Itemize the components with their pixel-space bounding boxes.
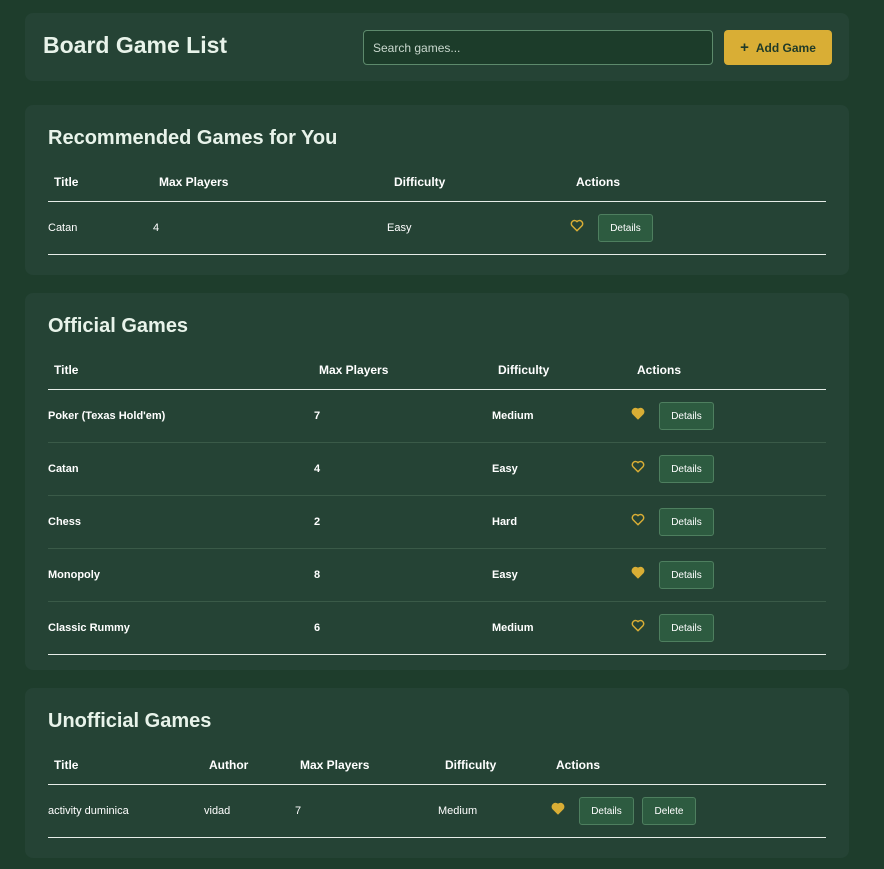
column-header-max-players: Max Players (319, 363, 389, 377)
table-row: Chess 2 Hard Details (48, 496, 826, 549)
details-button[interactable]: Details (659, 455, 714, 483)
table-row: Poker (Texas Hold'em) 7 Medium Details (48, 390, 826, 443)
column-header-difficulty: Difficulty (394, 175, 446, 189)
column-header-title: Title (54, 175, 79, 189)
table-row: activity duminica vidad 7 Medium Details… (48, 785, 826, 838)
official-section: Official Games Title Max Players Difficu… (25, 293, 849, 670)
column-header-actions: Actions (576, 175, 621, 189)
table-header: Title Max Players Difficulty Actions (48, 159, 826, 202)
table-header: Title Author Max Players Difficulty Acti… (48, 742, 826, 785)
details-button[interactable]: Details (659, 561, 714, 589)
app-title: Board Game List (43, 32, 228, 58)
column-header-max-players: Max Players (159, 175, 229, 189)
table-row: Monopoly 8 Easy Details (48, 549, 826, 602)
heart-filled-icon[interactable] (551, 802, 565, 815)
heart-outline-icon[interactable] (570, 219, 584, 232)
max-players: 6 (314, 622, 321, 634)
column-header-title: Title (54, 363, 79, 377)
column-header-difficulty: Difficulty (498, 363, 550, 377)
max-players: 2 (314, 516, 321, 528)
difficulty: Easy (492, 463, 518, 475)
section-title: Recommended Games for You (48, 127, 338, 149)
max-players: 4 (153, 222, 160, 234)
unofficial-table: Title Author Max Players Difficulty Acti… (48, 742, 826, 838)
difficulty: Medium (492, 410, 534, 422)
details-button[interactable]: Details (579, 797, 634, 825)
table-row: Catan 4 Easy Details (48, 443, 826, 496)
search-input[interactable] (363, 30, 713, 65)
max-players: 7 (314, 410, 321, 422)
table-header: Title Max Players Difficulty Actions (48, 347, 826, 390)
max-players: 8 (314, 569, 321, 581)
heart-outline-icon[interactable] (631, 513, 645, 526)
game-title: Catan (48, 463, 79, 475)
add-game-button[interactable]: + Add Game (724, 30, 832, 65)
game-title: Monopoly (48, 569, 100, 581)
difficulty: Easy (387, 222, 412, 234)
column-header-max-players: Max Players (300, 758, 370, 772)
author: vidad (204, 805, 231, 817)
add-game-label: Add Game (755, 40, 816, 55)
difficulty: Medium (492, 622, 534, 634)
heart-outline-icon[interactable] (631, 460, 645, 473)
game-title: Chess (48, 516, 82, 528)
game-title: Catan (48, 222, 78, 234)
recommended-table: Title Max Players Difficulty Actions Cat… (48, 159, 826, 255)
difficulty: Medium (438, 805, 478, 817)
section-title: Unofficial Games (48, 710, 212, 732)
unofficial-section: Unofficial Games Title Author Max Player… (25, 688, 849, 858)
column-header-title: Title (54, 758, 79, 772)
game-title: Classic Rummy (48, 622, 130, 634)
details-button[interactable]: Details (659, 614, 714, 642)
column-header-actions: Actions (637, 363, 682, 377)
game-title: activity duminica (48, 805, 129, 817)
column-header-difficulty: Difficulty (445, 758, 497, 772)
table-row: Classic Rummy 6 Medium Details (48, 602, 826, 655)
table-row: Catan 4 Easy Details (48, 202, 826, 255)
details-button[interactable]: Details (659, 508, 714, 536)
plus-icon: + (740, 39, 749, 56)
delete-button[interactable]: Delete (642, 797, 696, 825)
heart-outline-icon[interactable] (631, 619, 645, 632)
section-title: Official Games (48, 315, 189, 337)
recommended-section: Recommended Games for You Title Max Play… (25, 105, 849, 275)
game-title: Poker (Texas Hold'em) (48, 410, 166, 422)
heart-filled-icon[interactable] (631, 566, 645, 579)
difficulty: Hard (492, 516, 518, 528)
details-button[interactable]: Details (598, 214, 653, 242)
header-bar: Board Game List + Add Game (25, 13, 849, 81)
official-table: Title Max Players Difficulty Actions Pok… (48, 347, 826, 655)
difficulty: Easy (492, 569, 518, 581)
heart-filled-icon[interactable] (631, 407, 645, 420)
max-players: 4 (314, 463, 321, 475)
max-players: 7 (295, 805, 302, 817)
column-header-author: Author (209, 758, 249, 772)
column-header-actions: Actions (556, 758, 601, 772)
details-button[interactable]: Details (659, 402, 714, 430)
